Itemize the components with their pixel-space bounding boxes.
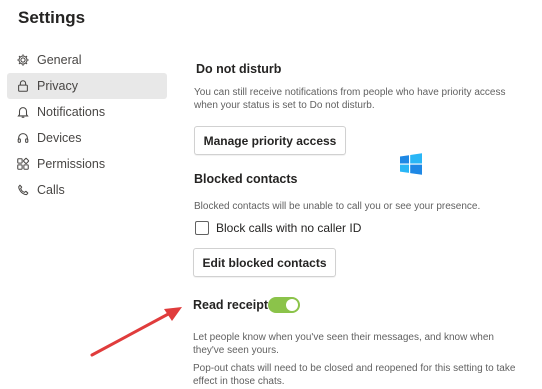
read-receipts-heading: Read receipts xyxy=(193,298,275,312)
edit-blocked-contacts-button[interactable]: Edit blocked contacts xyxy=(193,248,336,277)
toggle-knob xyxy=(286,299,298,311)
sidebar-item-label: Notifications xyxy=(37,105,106,119)
popout-chats-note: Pop-out chats will need to be closed and… xyxy=(193,363,516,387)
sidebar-item-label: Calls xyxy=(37,183,65,197)
read-receipts-toggle[interactable] xyxy=(268,297,300,313)
sidebar-item-devices[interactable]: Devices xyxy=(7,125,167,151)
headset-icon xyxy=(16,131,30,145)
blocked-contacts-heading: Blocked contacts xyxy=(194,172,298,186)
read-receipts-description: Let people know when you've seen their m… xyxy=(193,332,494,356)
sidebar-item-label: Privacy xyxy=(37,79,78,93)
block-calls-checkbox[interactable] xyxy=(195,221,209,235)
sidebar-item-label: Permissions xyxy=(37,157,106,171)
sidebar-item-privacy[interactable]: Privacy xyxy=(7,73,167,99)
sidebar-item-calls[interactable]: Calls xyxy=(7,177,167,203)
sidebar-item-label: General xyxy=(37,53,82,67)
block-calls-label: Block calls with no caller ID xyxy=(216,221,362,235)
page-title: Settings xyxy=(18,8,86,27)
bell-icon xyxy=(16,105,30,119)
sidebar-item-permissions[interactable]: Permissions xyxy=(7,151,167,177)
annotation-arrow-icon xyxy=(90,307,182,357)
manage-priority-access-button[interactable]: Manage priority access xyxy=(194,126,346,155)
sidebar-item-label: Devices xyxy=(37,131,82,145)
dnd-heading: Do not disturb xyxy=(196,62,282,76)
lock-icon xyxy=(16,79,30,93)
windows-logo xyxy=(400,153,422,175)
settings-sidebar: General Privacy Notifications Devices Pe… xyxy=(7,47,167,203)
dnd-description: You can still receive notifications from… xyxy=(194,87,506,111)
apps-icon xyxy=(16,157,30,171)
blocked-contacts-description: Blocked contacts will be unable to call … xyxy=(194,201,481,212)
sidebar-item-notifications[interactable]: Notifications xyxy=(7,99,167,125)
sidebar-item-general[interactable]: General xyxy=(7,47,167,73)
gear-icon xyxy=(16,53,30,67)
block-calls-no-caller-id-row[interactable]: Block calls with no caller ID xyxy=(195,221,361,235)
phone-icon xyxy=(16,183,30,197)
